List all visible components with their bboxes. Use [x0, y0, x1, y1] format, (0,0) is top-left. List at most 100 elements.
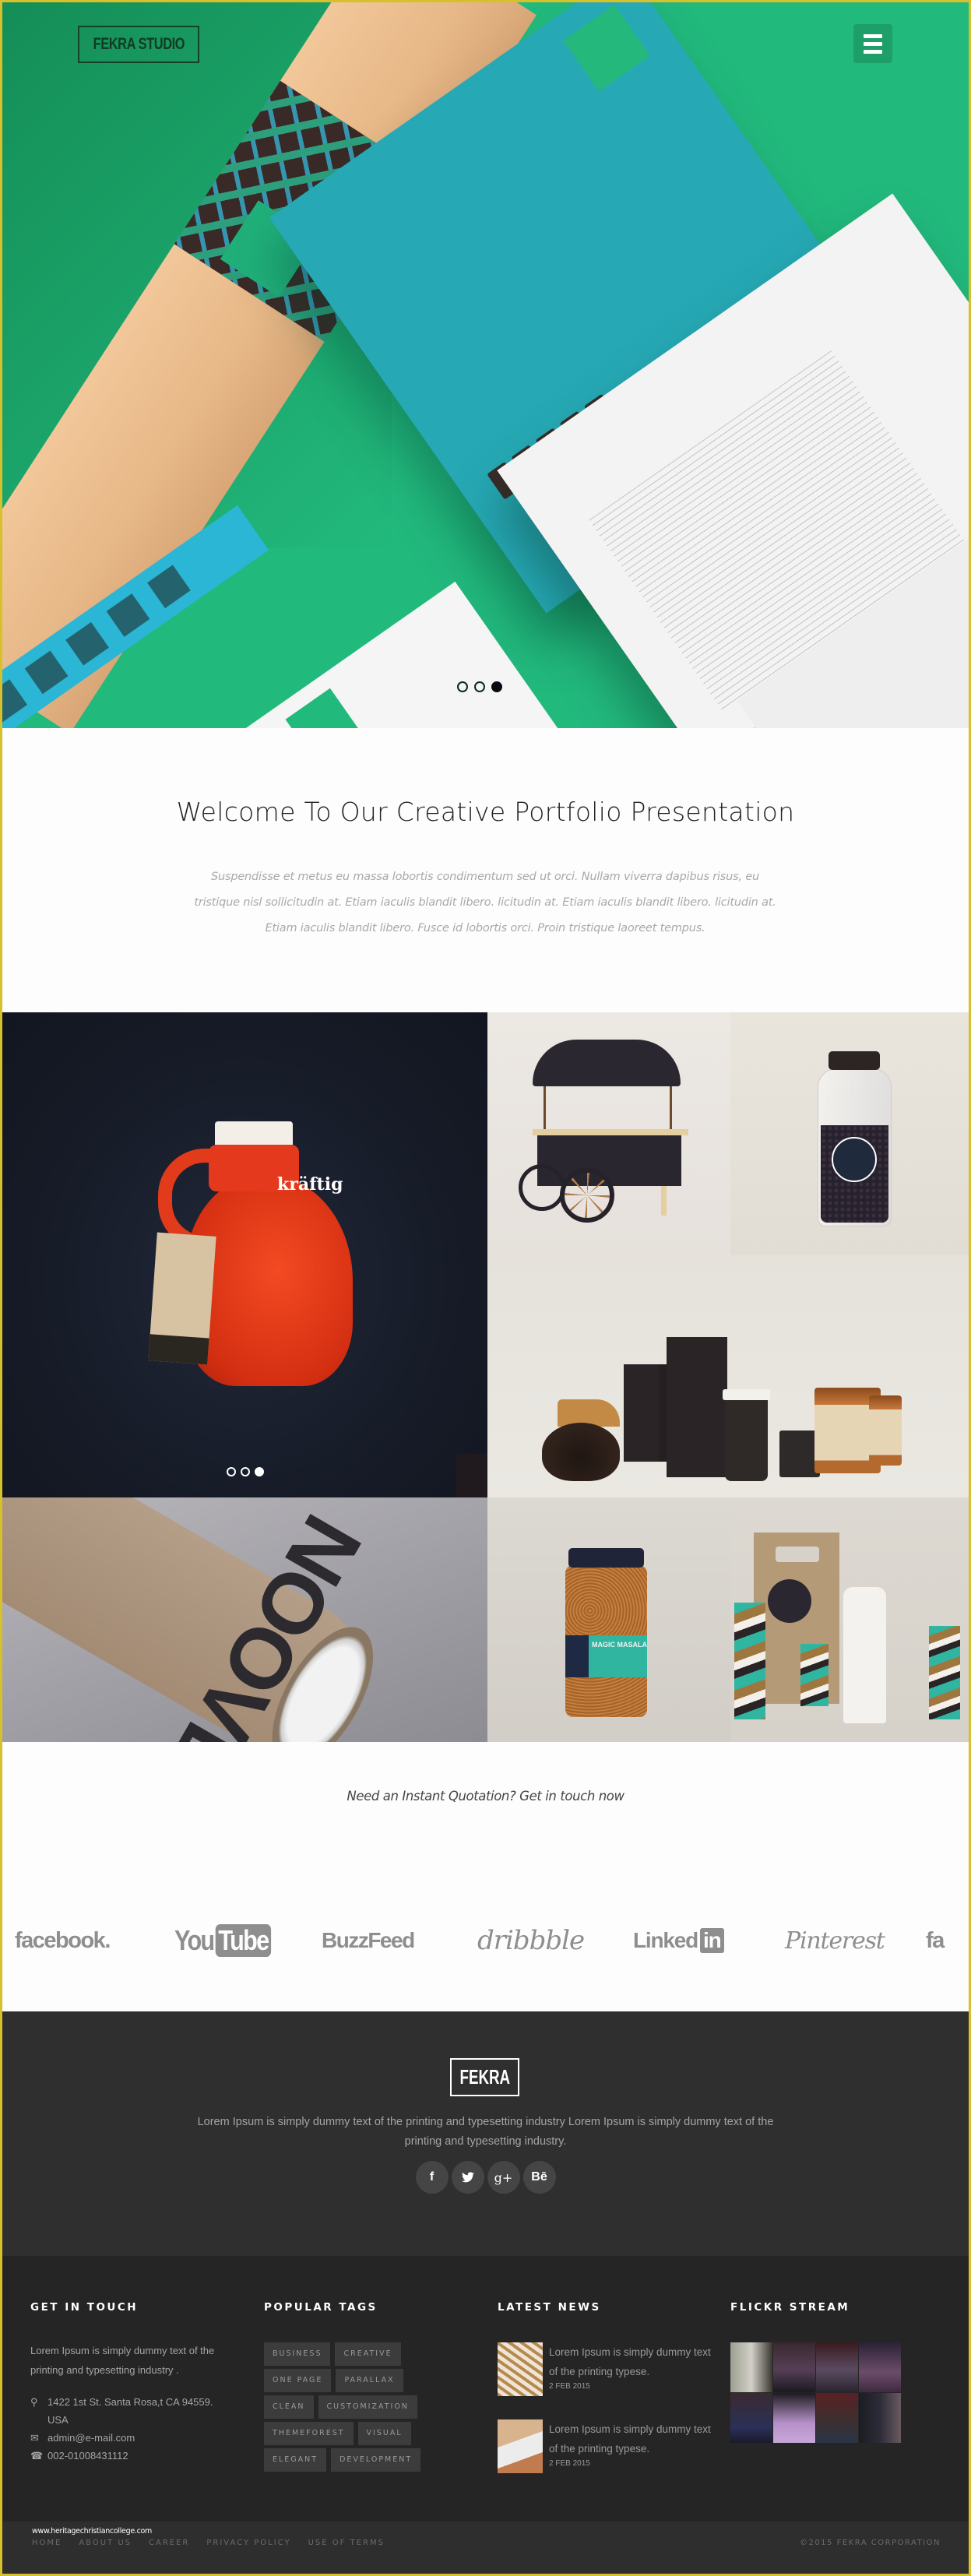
hero-slide-dot-2[interactable]	[473, 681, 485, 692]
quote-section: Need an Instant Quotation? Get in touch …	[2, 1742, 969, 2011]
client-logo-pinterest[interactable]: Pinterest	[785, 1917, 885, 1964]
map-pin-icon: ⚲	[30, 2396, 38, 2408]
footer-about-text: Lorem Ipsum is simply dummy text of the …	[197, 2116, 774, 2148]
hamburger-menu-icon[interactable]	[853, 24, 892, 63]
hero-envelope-logo	[563, 4, 650, 92]
footer-nav-home[interactable]: HOME	[32, 2539, 62, 2547]
footer-get-in-touch: GET IN TOUCH Lorem Ipsum is simply dummy…	[30, 2301, 233, 2465]
spice-jar-image	[818, 1051, 892, 1226]
latest-news-title: LATEST NEWS	[498, 2301, 601, 2314]
tag-business[interactable]: BUSINESS	[264, 2342, 331, 2366]
portfolio-slider-dots	[2, 1467, 487, 1476]
hero-slide-dot-1[interactable]	[456, 681, 468, 692]
flickr-grid	[730, 2342, 948, 2443]
footer-widgets: GET IN TOUCH Lorem Ipsum is simply dummy…	[2, 2256, 969, 2521]
portfolio-featured-slider[interactable]: kräftig	[2, 1012, 487, 1497]
client-logos-carousel: facebook. You Tube BuzzFeed dribbble Link…	[2, 1917, 969, 1964]
footer-nav-career[interactable]: CAREER	[149, 2539, 189, 2547]
facebook-icon[interactable]: f	[415, 2161, 449, 2194]
flickr-photo[interactable]	[773, 2393, 815, 2443]
phone-icon: ☎	[30, 2450, 44, 2462]
flickr-photo[interactable]	[816, 2393, 858, 2443]
flickr-photo[interactable]	[730, 2342, 772, 2392]
portfolio-slide-dot-2[interactable]	[240, 1467, 250, 1476]
portfolio-item-coffee-cart[interactable]	[487, 1012, 730, 1255]
footer-brand-section: FEKRA Lorem Ipsum is simply dummy text o…	[2, 2011, 969, 2256]
footer-latest-news: LATEST NEWS Lorem Ipsum is simply dummy …	[498, 2301, 716, 2497]
client-logo-youtube[interactable]: You Tube	[174, 1917, 271, 1964]
client-logo-dribbble[interactable]: dribbble	[477, 1917, 585, 1964]
news-date: 2 FEB 2015	[549, 2459, 590, 2468]
client-logo-buzzfeed[interactable]: BuzzFeed	[322, 1917, 415, 1964]
tag-parallax[interactable]: PARALLAX	[336, 2369, 403, 2392]
footer-logo[interactable]: FEKRA	[450, 2058, 519, 2096]
tag-development[interactable]: DEVELOPMENT	[331, 2448, 421, 2472]
hero-slide-dot-3[interactable]	[491, 681, 502, 692]
tag-list: BUSINESS CREATIVE ONE PAGE PARALLAX CLEA…	[264, 2342, 451, 2472]
portfolio-item-poster-tube[interactable]: NOOVE	[2, 1497, 487, 1742]
client-logo-linkedin[interactable]: Linked in	[633, 1917, 724, 1964]
copyright: ©2015 FEKRA CORPORATION	[799, 2539, 941, 2547]
flickr-photo[interactable]	[859, 2342, 901, 2392]
google-plus-icon[interactable]: g+	[487, 2161, 520, 2194]
portfolio-item-coffee-set[interactable]	[487, 1255, 969, 1497]
client-logo-facebook[interactable]: facebook.	[15, 1917, 111, 1964]
envelope-icon: ✉	[30, 2432, 39, 2444]
coffee-set-image	[542, 1337, 908, 1485]
flickr-photo[interactable]	[730, 2393, 772, 2443]
social-links: f g+ Bē	[2, 2161, 969, 2194]
get-in-touch-text: Lorem Ipsum is simply dummy text of the …	[30, 2345, 215, 2376]
footer-popular-tags: POPULAR TAGS BUSINESS CREATIVE ONE PAGE …	[264, 2301, 466, 2472]
kraftig-bottle-image: kräftig	[148, 1121, 353, 1406]
tag-customization[interactable]: CUSTOMIZATION	[318, 2395, 417, 2419]
flickr-photo[interactable]	[773, 2342, 815, 2392]
poster-tube-image: NOOVE	[2, 1497, 394, 1742]
footer-nav: HOME ABOUT US CAREER PRIVACY POLICY USE …	[32, 2539, 402, 2547]
kraftig-brand-text: kräftig	[277, 1174, 343, 1195]
coffee-cart-image	[517, 1040, 688, 1234]
twitter-icon[interactable]	[451, 2161, 484, 2194]
tag-visual[interactable]: VISUAL	[357, 2422, 411, 2445]
masala-label-text: MAGIC MASALA	[592, 1641, 647, 1649]
hero-slider: FEKRA STUDIO	[2, 2, 969, 728]
contact-email[interactable]: admin@e-mail.com	[47, 2429, 135, 2447]
watermark-text: www.heritagechristiancollege.com	[32, 2527, 152, 2536]
footer-nav-privacy-policy[interactable]: PRIVACY POLICY	[206, 2539, 290, 2547]
footer-nav-use-of-terms[interactable]: USE OF TERMS	[308, 2539, 385, 2547]
tag-one-page[interactable]: ONE PAGE	[264, 2369, 332, 2392]
footer-nav-about-us[interactable]: ABOUT US	[79, 2539, 132, 2547]
portfolio-grid: kräftig NOOVE MAGIC MASALA	[2, 1012, 969, 1742]
client-logo-facebook-partial[interactable]: fa	[926, 1917, 945, 1964]
masala-jar-image: MAGIC MASALA	[565, 1548, 647, 1719]
contact-address: 1422 1st St. Santa Rosa,t CA 94559. USA	[47, 2396, 213, 2426]
footer-flickr-stream: FLICKR STREAM	[730, 2301, 948, 2443]
flickr-stream-title: FLICKR STREAM	[730, 2301, 850, 2314]
news-title: Lorem Ipsum is simply dummy text of the …	[549, 2423, 711, 2455]
contact-phone: 002-01008431112	[47, 2450, 128, 2462]
brand-logo-text: FEKRA STUDIO	[93, 35, 185, 53]
footer-bottom-bar: HOME ABOUT US CAREER PRIVACY POLICY USE …	[2, 2521, 969, 2574]
portfolio-item-jj-royal[interactable]	[730, 1497, 969, 1742]
portfolio-item-masala-jar[interactable]: MAGIC MASALA	[487, 1497, 730, 1742]
brand-logo[interactable]: FEKRA STUDIO	[78, 26, 199, 63]
get-in-touch-title: GET IN TOUCH	[30, 2301, 139, 2314]
news-item[interactable]: Lorem Ipsum is simply dummy text of the …	[498, 2419, 716, 2497]
contact-info: ⚲ 1422 1st St. Santa Rosa,t CA 94559. USA…	[30, 2393, 233, 2465]
portfolio-slide-dot-3[interactable]	[254, 1467, 264, 1476]
news-date: 2 FEB 2015	[549, 2382, 590, 2391]
tag-clean[interactable]: CLEAN	[264, 2395, 314, 2419]
tag-creative[interactable]: CREATIVE	[335, 2342, 401, 2366]
portfolio-item-spice-jar[interactable]	[730, 1012, 969, 1255]
flickr-photo[interactable]	[816, 2342, 858, 2392]
flickr-photo[interactable]	[859, 2393, 901, 2443]
portfolio-slide-dot-1[interactable]	[226, 1467, 236, 1476]
welcome-section: Welcome To Our Creative Portfolio Presen…	[2, 728, 969, 1012]
news-item[interactable]: Lorem Ipsum is simply dummy text of the …	[498, 2342, 716, 2419]
page: FEKRA STUDIO Welcome To Our Creative Por…	[0, 0, 971, 2576]
tag-elegant[interactable]: ELEGANT	[264, 2448, 327, 2472]
quote-link[interactable]: Need an Instant Quotation? Get in touch …	[2, 1789, 969, 1804]
news-list: Lorem Ipsum is simply dummy text of the …	[498, 2342, 716, 2497]
behance-icon[interactable]: Bē	[522, 2161, 556, 2194]
hero-business-card	[225, 581, 589, 728]
tag-themeforest[interactable]: THEMEFOREST	[264, 2422, 354, 2445]
